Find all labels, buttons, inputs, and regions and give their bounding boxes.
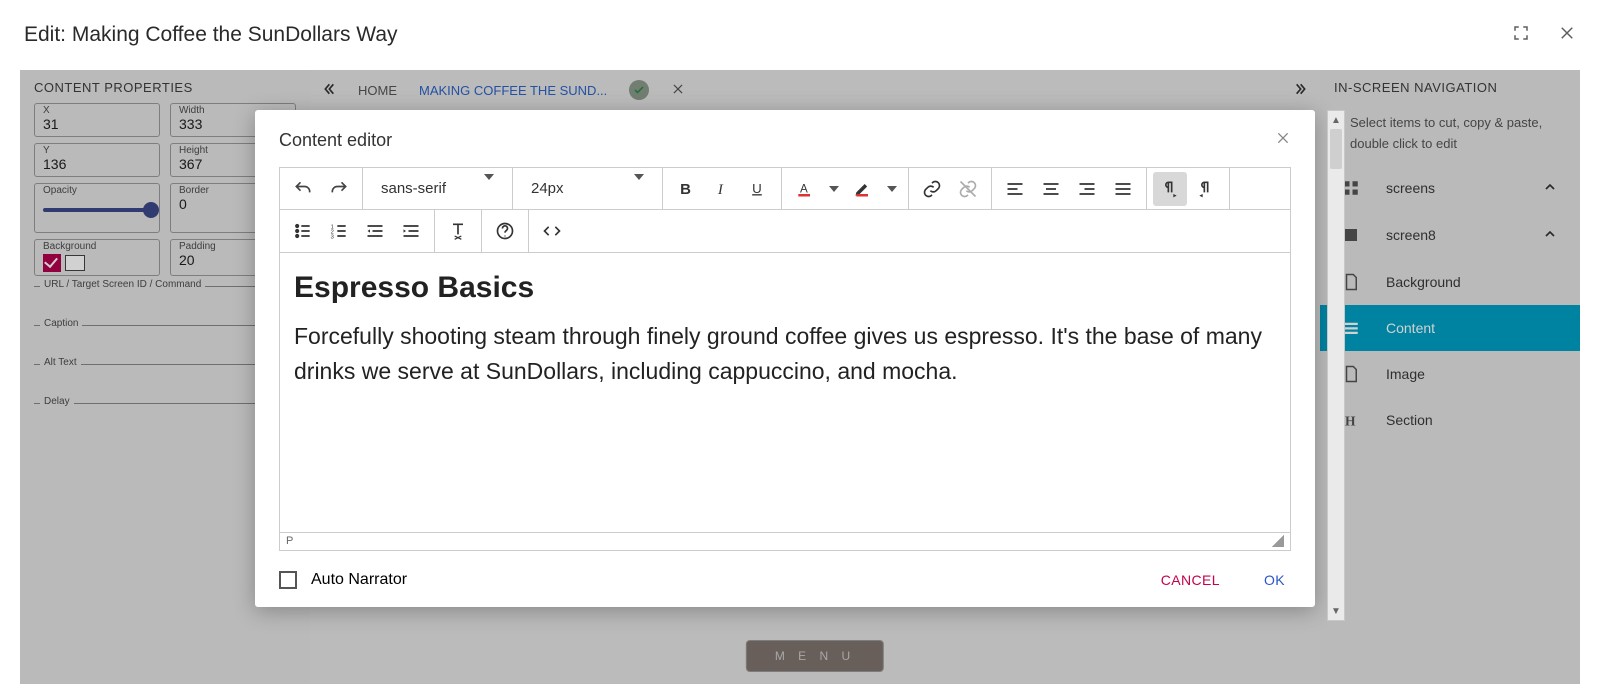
alt-text-label: Alt Text (40, 357, 81, 368)
editor-content[interactable]: Espresso Basics Forcefully shooting stea… (279, 253, 1291, 533)
app-header: Edit: Making Coffee the SunDollars Way (0, 0, 1600, 70)
help-button[interactable] (488, 214, 522, 248)
font-family-value: sans-serif (381, 180, 446, 197)
outdent-button[interactable] (358, 214, 392, 248)
cancel-button[interactable]: CANCEL (1161, 572, 1220, 588)
nav-label: Content (1380, 320, 1435, 336)
url-label: URL / Target Screen ID / Command (40, 279, 205, 290)
chevron-down-icon (634, 174, 644, 197)
ordered-list-button[interactable]: 123 (322, 214, 356, 248)
text-color-dropdown[interactable] (824, 172, 844, 206)
redo-button[interactable] (322, 172, 356, 206)
opacity-slider-knob[interactable] (143, 202, 159, 218)
clear-formatting-button[interactable] (441, 214, 475, 248)
ok-button[interactable]: OK (1264, 572, 1285, 588)
modal-title: Content editor (279, 130, 392, 151)
content-heading[interactable]: Espresso Basics (294, 271, 1276, 305)
scroll-up-icon[interactable]: ▲ (1328, 111, 1344, 129)
opacity-field[interactable]: Opacity (34, 183, 160, 233)
tabstrip: HOME MAKING COFFEE THE SUND... (310, 70, 1320, 110)
svg-text:A: A (800, 182, 808, 195)
font-family-select[interactable]: sans-serif (369, 180, 506, 197)
text-color-button[interactable]: A (788, 172, 822, 206)
bullet-list-button[interactable] (286, 214, 320, 248)
scroll-down-icon[interactable]: ▼ (1328, 602, 1344, 620)
auto-narrator-label: Auto Narrator (311, 571, 407, 589)
background-swatch[interactable] (65, 255, 85, 271)
bold-button[interactable]: B (669, 172, 703, 206)
nav-label: screens (1380, 180, 1435, 196)
ltr-button[interactable] (1153, 172, 1187, 206)
nav-item-content[interactable]: Content (1320, 305, 1580, 351)
font-size-value: 24px (531, 180, 564, 197)
highlight-button[interactable] (846, 172, 880, 206)
underline-button[interactable]: U (741, 172, 775, 206)
properties-panel-title: CONTENT PROPERTIES (34, 80, 296, 95)
italic-button[interactable]: I (705, 172, 739, 206)
svg-text:U: U (752, 181, 762, 196)
editor-toolbar: sans-serif 24px B I U A (279, 167, 1291, 253)
editor-path: P (286, 535, 293, 548)
code-view-button[interactable] (535, 214, 569, 248)
caption-label: Caption (40, 318, 82, 329)
align-justify-button[interactable] (1106, 172, 1140, 206)
canvas-menu-button[interactable]: M E N U (746, 640, 884, 672)
nav-item-image[interactable]: Image (1320, 351, 1580, 397)
navigation-hint: Select items to cut, copy & paste, doubl… (1320, 107, 1580, 165)
modal-scrollbar[interactable]: ▲ ▼ (1327, 110, 1345, 621)
svg-text:3: 3 (331, 235, 334, 241)
chevron-down-icon (887, 186, 897, 192)
rtl-button[interactable] (1189, 172, 1223, 206)
delay-label: Delay (40, 396, 74, 407)
background-checkbox[interactable] (43, 254, 61, 272)
navigation-panel-title: IN-SCREEN NAVIGATION (1320, 70, 1580, 99)
navigation-panel: IN-SCREEN NAVIGATION Select items to cut… (1320, 70, 1580, 684)
align-left-button[interactable] (998, 172, 1032, 206)
svg-text:B: B (680, 181, 691, 198)
unlink-button[interactable] (951, 172, 985, 206)
resize-handle[interactable] (1272, 535, 1284, 547)
y-field[interactable]: Y136 (34, 143, 160, 177)
tab-status-ok-icon (629, 80, 649, 100)
nav-label: Background (1380, 274, 1461, 290)
undo-button[interactable] (286, 172, 320, 206)
indent-button[interactable] (394, 214, 428, 248)
modal-close-button[interactable] (1275, 130, 1291, 151)
editor-status-bar: P (279, 533, 1291, 551)
background-field[interactable]: Background (34, 239, 160, 276)
chevron-up-icon (1542, 226, 1558, 245)
tab-current[interactable]: MAKING COFFEE THE SUND... (419, 83, 607, 98)
highlight-dropdown[interactable] (882, 172, 902, 206)
content-editor-modal: ▲ ▼ Content editor sans-serif 24px B I U (255, 110, 1315, 607)
close-icon[interactable] (1558, 24, 1576, 47)
font-size-select[interactable]: 24px (519, 180, 656, 197)
nav-item-background[interactable]: Background (1320, 259, 1580, 305)
svg-text:I: I (717, 182, 724, 198)
tabstrip-next-icon[interactable] (1294, 81, 1310, 100)
link-button[interactable] (915, 172, 949, 206)
nav-label: Section (1380, 412, 1433, 428)
tab-close-icon[interactable] (671, 82, 685, 99)
nav-label: Image (1380, 366, 1425, 382)
chevron-down-icon (829, 186, 839, 192)
align-right-button[interactable] (1070, 172, 1104, 206)
x-field[interactable]: X31 (34, 103, 160, 137)
fullscreen-icon[interactable] (1512, 24, 1530, 47)
auto-narrator-checkbox[interactable] (279, 571, 297, 589)
chevron-up-icon (1542, 179, 1558, 198)
scroll-thumb[interactable] (1330, 129, 1342, 169)
nav-item-section[interactable]: H Section (1320, 397, 1580, 443)
chevron-down-icon (484, 174, 494, 197)
page-title: Edit: Making Coffee the SunDollars Way (24, 23, 398, 47)
content-paragraph[interactable]: Forcefully shooting steam through finely… (294, 319, 1276, 388)
tabstrip-prev-icon[interactable] (320, 81, 336, 100)
nav-label: screen8 (1380, 227, 1436, 243)
tab-home[interactable]: HOME (358, 83, 397, 98)
nav-item-screens[interactable]: screens (1320, 165, 1580, 212)
nav-item-screen8[interactable]: screen8 (1320, 212, 1580, 259)
svg-text:H: H (1345, 413, 1356, 428)
align-center-button[interactable] (1034, 172, 1068, 206)
